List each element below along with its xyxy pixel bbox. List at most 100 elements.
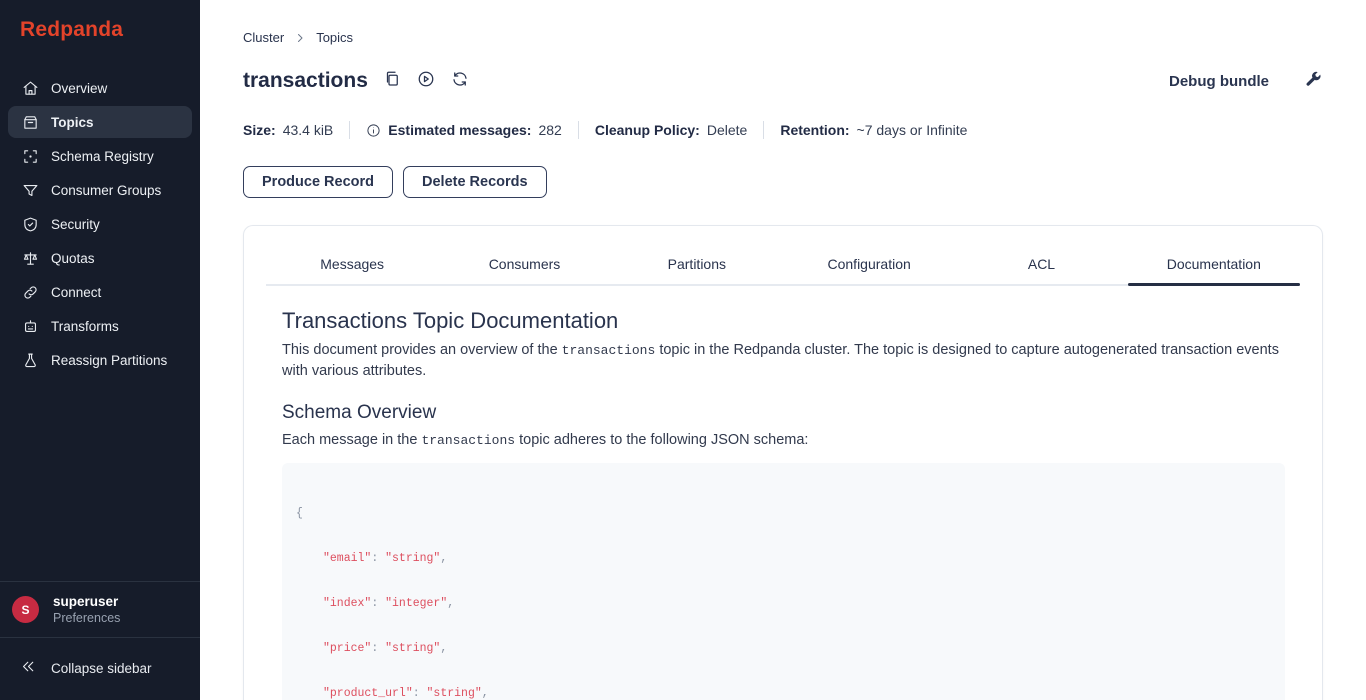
divider [349, 121, 350, 139]
home-icon [22, 80, 39, 97]
schema-intro-text: topic adheres to the following JSON sche… [515, 432, 808, 448]
tab-partitions[interactable]: Partitions [611, 248, 783, 284]
doc-title: Transactions Topic Documentation [282, 308, 1285, 334]
stat-value: 43.4 kiB [283, 122, 334, 138]
title-row: transactions Debug bundle [243, 69, 1323, 93]
stat-value: Delete [707, 122, 747, 138]
stat-cleanup-policy: Cleanup Policy: Delete [595, 122, 748, 138]
tab-consumers[interactable]: Consumers [438, 248, 610, 284]
topic-stats: Size: 43.4 kiB Estimated messages: 282 C… [243, 121, 1323, 139]
code-line: "index": "integer", [296, 596, 1271, 611]
sidebar-item-label: Transforms [51, 319, 119, 334]
preferences-link[interactable]: Preferences [53, 611, 120, 625]
code-sep: : [371, 597, 385, 610]
sidebar-item-overview[interactable]: Overview [8, 72, 192, 104]
doc-intro: This document provides an overview of th… [282, 340, 1285, 382]
breadcrumb: Cluster Topics [243, 0, 1323, 45]
tab-bar: Messages Consumers Partitions Configurat… [266, 248, 1300, 286]
refresh-icon [451, 70, 469, 93]
topic-actions: Produce Record Delete Records [243, 166, 1323, 198]
documentation-panel: Transactions Topic Documentation This do… [244, 286, 1322, 700]
divider [578, 121, 579, 139]
stat-retention: Retention: ~7 days or Infinite [780, 122, 967, 138]
sidebar-item-label: Overview [51, 81, 107, 96]
schema-overview-heading: Schema Overview [282, 402, 1285, 424]
code-line: { [296, 506, 1271, 521]
tab-acl[interactable]: ACL [955, 248, 1127, 284]
copy-icon [383, 70, 401, 93]
stat-label: Estimated messages: [388, 122, 531, 138]
sidebar-item-topics[interactable]: Topics [8, 106, 192, 138]
info-icon[interactable] [366, 123, 381, 138]
link-icon [22, 284, 39, 301]
sidebar-item-label: Quotas [51, 251, 95, 266]
schema-registry-icon [22, 148, 39, 165]
settings-wrench-button[interactable] [1303, 71, 1323, 91]
double-chevron-left-icon [20, 658, 37, 678]
tab-messages[interactable]: Messages [266, 248, 438, 284]
copy-topic-name-button[interactable] [382, 71, 402, 91]
code-line: "product_url": "string", [296, 686, 1271, 700]
main-content: Cluster Topics transactions Debug bundle… [200, 0, 1366, 700]
code-value: "string" [385, 642, 440, 655]
funnel-icon [22, 182, 39, 199]
collapse-sidebar-button[interactable]: Collapse sidebar [0, 638, 200, 700]
robot-icon [22, 318, 39, 335]
box-icon [22, 114, 39, 131]
sidebar-item-label: Schema Registry [51, 149, 154, 164]
code-comma: , [440, 642, 447, 655]
collapse-sidebar-label: Collapse sidebar [51, 661, 152, 676]
stat-value: ~7 days or Infinite [857, 122, 968, 138]
redpanda-logo[interactable]: Redpanda [0, 0, 200, 56]
stat-size: Size: 43.4 kiB [243, 122, 333, 138]
chevron-right-icon [294, 32, 306, 44]
stat-estimated-messages: Estimated messages: 282 [366, 122, 562, 138]
code-sep: : [371, 642, 385, 655]
json-schema-code-block: { "email": "string", "index": "integer",… [282, 463, 1285, 700]
breadcrumb-cluster[interactable]: Cluster [243, 30, 284, 45]
sidebar-item-quotas[interactable]: Quotas [8, 242, 192, 274]
code-key: "index" [323, 597, 371, 610]
wrench-icon [1304, 70, 1322, 93]
divider [763, 121, 764, 139]
sidebar-item-connect[interactable]: Connect [8, 276, 192, 308]
code-line: "email": "string", [296, 551, 1271, 566]
code-key: "price" [323, 642, 371, 655]
refresh-button[interactable] [450, 71, 470, 91]
sidebar-item-schema-registry[interactable]: Schema Registry [8, 140, 192, 172]
scales-icon [22, 250, 39, 267]
code-key: "email" [323, 552, 371, 565]
code-comma: , [482, 687, 489, 700]
sidebar-item-security[interactable]: Security [8, 208, 192, 240]
code-key: "product_url" [323, 687, 413, 700]
sidebar-item-consumer-groups[interactable]: Consumer Groups [8, 174, 192, 206]
sidebar-item-label: Consumer Groups [51, 183, 161, 198]
play-circle-icon [417, 70, 435, 93]
sidebar-item-reassign-partitions[interactable]: Reassign Partitions [8, 344, 192, 376]
sidebar-item-transforms[interactable]: Transforms [8, 310, 192, 342]
sidebar: Redpanda Overview Topics Schema Registry… [0, 0, 200, 700]
code-comma: , [447, 597, 454, 610]
code-value: "string" [427, 687, 482, 700]
play-topic-button[interactable] [416, 71, 436, 91]
shield-check-icon [22, 216, 39, 233]
flask-icon [22, 352, 39, 369]
code-value: "string" [385, 552, 440, 565]
tab-documentation[interactable]: Documentation [1128, 248, 1300, 284]
breadcrumb-topics[interactable]: Topics [316, 30, 353, 45]
code-sep: : [413, 687, 427, 700]
stat-value: 282 [538, 122, 561, 138]
produce-record-button[interactable]: Produce Record [243, 166, 393, 198]
page-title: transactions [243, 69, 368, 93]
tab-configuration[interactable]: Configuration [783, 248, 955, 284]
doc-intro-text: This document provides an overview of th… [282, 342, 562, 358]
avatar: S [12, 596, 39, 623]
user-profile[interactable]: S superuser Preferences [0, 582, 200, 637]
topic-detail-card: Messages Consumers Partitions Configurat… [243, 225, 1323, 700]
sidebar-item-label: Topics [51, 115, 94, 130]
stat-label: Size: [243, 122, 276, 138]
schema-intro: Each message in the transactions topic a… [282, 430, 1285, 451]
stat-label: Cleanup Policy: [595, 122, 700, 138]
delete-records-button[interactable]: Delete Records [403, 166, 547, 198]
debug-bundle-link[interactable]: Debug bundle [1169, 73, 1269, 90]
